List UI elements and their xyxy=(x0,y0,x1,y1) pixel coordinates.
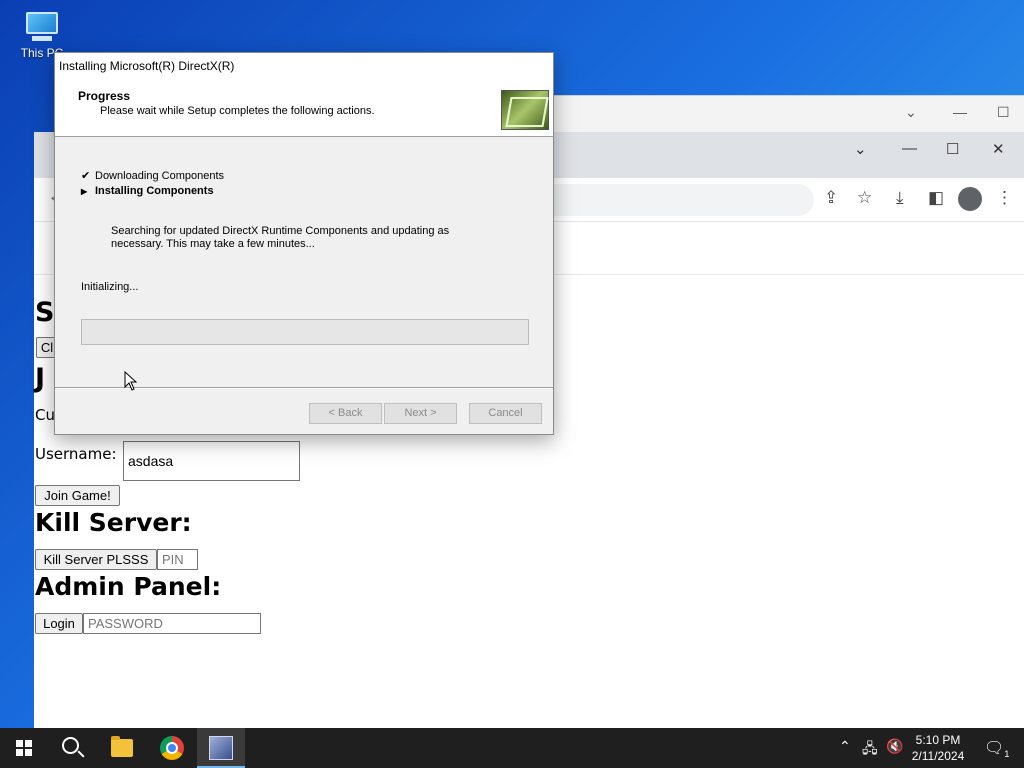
chrome-icon xyxy=(160,736,184,760)
background-window-titlebar: ⌄ — ☐ xyxy=(553,95,1024,132)
tab-search-chevron-icon[interactable]: ⌄ xyxy=(854,140,867,158)
setup-taskbar-button[interactable] xyxy=(197,728,245,768)
clock-time: 5:10 PM xyxy=(915,733,961,747)
dialog-header: Progress Please wait while Setup complet… xyxy=(55,81,553,137)
system-clock[interactable]: 5:10 PM 2/11/2024 xyxy=(898,732,978,764)
minimize-icon[interactable]: — xyxy=(953,104,967,120)
profile-avatar[interactable] xyxy=(958,187,982,211)
page-heading-partial-j: J xyxy=(35,363,46,394)
checkmark-icon: ✔ xyxy=(81,170,91,182)
folder-icon xyxy=(111,736,133,757)
notification-center-icon[interactable]: 🗨1 xyxy=(984,738,1009,759)
step-downloading: ✔ Downloading Components xyxy=(81,169,224,182)
username-input[interactable] xyxy=(123,441,300,481)
windows-logo-icon xyxy=(16,740,32,756)
pin-input[interactable] xyxy=(157,549,198,570)
network-icon[interactable]: 🖧 xyxy=(862,738,878,762)
maximize-icon[interactable]: ☐ xyxy=(946,140,959,158)
setup-app-icon xyxy=(209,736,233,760)
clock-date: 2/11/2024 xyxy=(911,749,965,763)
download-icon[interactable]: ⤓ xyxy=(896,188,904,208)
password-input[interactable] xyxy=(83,613,261,634)
step-label: Installing Components xyxy=(95,185,214,197)
chrome-taskbar-button[interactable] xyxy=(148,728,196,768)
side-panel-icon[interactable]: ◧ xyxy=(928,188,944,208)
chevron-up-icon[interactable]: ⌃ xyxy=(839,738,851,755)
menu-kebab-icon[interactable]: ⋮ xyxy=(996,188,1013,208)
mouse-cursor-icon xyxy=(124,371,138,391)
step-label: Downloading Components xyxy=(95,170,225,182)
minimize-icon[interactable]: — xyxy=(902,140,917,157)
notification-count: 1 xyxy=(1004,749,1010,760)
dialog-header-subtitle: Please wait while Setup completes the fo… xyxy=(100,105,375,117)
current-step-arrow-icon: ▶ xyxy=(81,187,88,196)
status-text: Initializing... xyxy=(81,281,139,293)
dialog-header-title: Progress xyxy=(78,89,131,103)
dialog-title: Installing Microsoft(R) DirectX(R) xyxy=(55,53,553,81)
file-explorer-button[interactable] xyxy=(98,728,146,768)
cancel-button[interactable]: Cancel xyxy=(469,403,542,424)
step-installing: ▶ Installing Components xyxy=(81,185,214,197)
login-button[interactable]: Login xyxy=(35,613,83,634)
progress-bar xyxy=(81,319,529,345)
close-icon[interactable]: ✕ xyxy=(992,140,1005,158)
search-icon xyxy=(62,737,79,754)
bookmark-star-icon[interactable]: ☆ xyxy=(857,188,872,208)
admin-panel-heading: Admin Panel: xyxy=(35,572,222,601)
kill-server-button[interactable]: Kill Server PLSSS xyxy=(35,549,157,570)
next-button[interactable]: Next > xyxy=(384,403,457,424)
partial-text-cu: Cu xyxy=(35,406,55,424)
join-game-button[interactable]: Join Game! xyxy=(35,485,120,506)
start-button[interactable] xyxy=(0,728,48,768)
username-label: Username: xyxy=(35,445,117,463)
maximize-icon[interactable]: ☐ xyxy=(997,104,1010,121)
dialog-description: Searching for updated DirectX Runtime Co… xyxy=(111,225,450,250)
taskbar: ⌃ 🖧 🔇 5:10 PM 2/11/2024 🗨1 xyxy=(0,728,1024,768)
back-button[interactable]: < Back xyxy=(309,403,382,424)
kill-server-heading: Kill Server: xyxy=(35,508,192,537)
computer-icon xyxy=(24,12,60,42)
page-heading-partial-s: S xyxy=(35,297,55,328)
chevron-down-icon[interactable]: ⌄ xyxy=(905,104,917,121)
directx-logo-icon xyxy=(501,90,549,130)
share-icon[interactable]: ⇪ xyxy=(824,188,838,208)
search-button[interactable] xyxy=(48,728,96,768)
